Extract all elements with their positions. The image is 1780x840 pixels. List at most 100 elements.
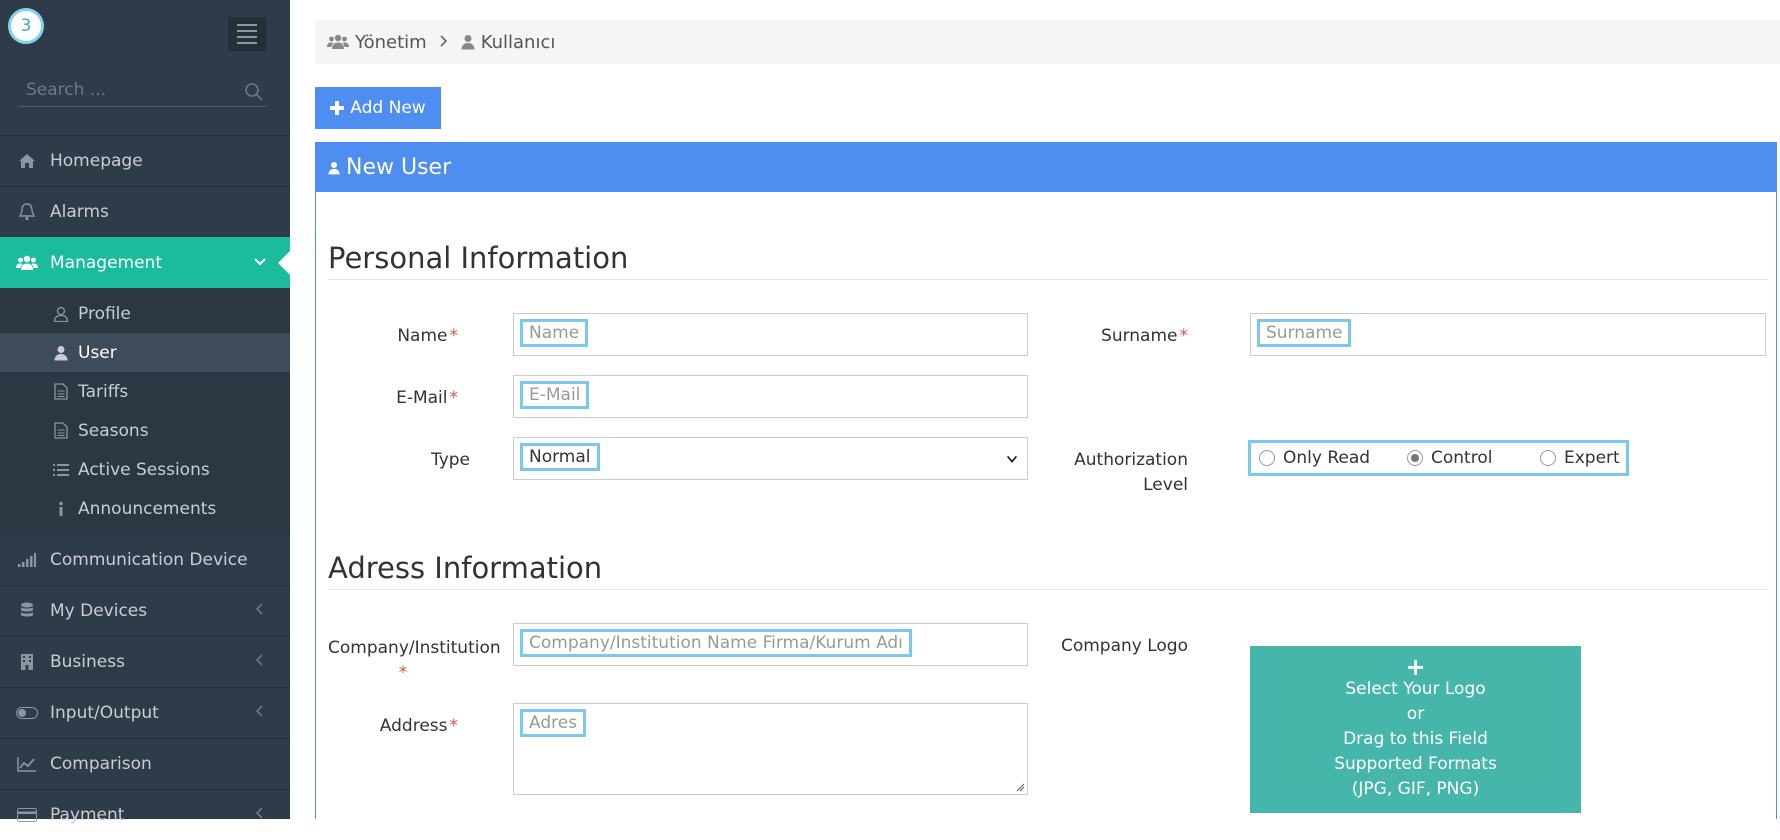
submenu-item-label: User	[78, 342, 117, 363]
panel-title: New User	[346, 155, 452, 180]
submenu-item-tariffs[interactable]: Tariffs	[0, 372, 290, 411]
sidebar-item-business[interactable]: Business	[0, 636, 290, 687]
submenu-item-label: Announcements	[78, 498, 217, 519]
sidebar-item-label: Input/Output	[50, 703, 159, 723]
payment-icon	[16, 804, 38, 826]
user-icon	[461, 34, 475, 50]
submenu-item-label: Active Sessions	[78, 459, 210, 480]
user-icon	[328, 161, 340, 174]
users-icon	[327, 34, 349, 50]
file-icon	[52, 422, 70, 440]
sidebar-item-label: Alarms	[50, 202, 109, 222]
logo-drop-text: (JPG, GIF, PNG)	[1351, 779, 1480, 799]
sidebar-search-input[interactable]	[18, 78, 244, 102]
sidebar-item-my-devices[interactable]: My Devices	[0, 585, 290, 636]
sidebar-item-comparison[interactable]: Comparison	[0, 738, 290, 789]
sidebar-item-label: Management	[50, 253, 162, 273]
sidebar-item-label: Comparison	[50, 754, 152, 774]
email-placeholder: E-Mail	[520, 381, 590, 409]
chevron-left-icon	[255, 654, 263, 666]
chevron-left-icon	[255, 603, 263, 615]
surname-placeholder: Surname	[1257, 319, 1352, 347]
radio-expert[interactable]: Expert	[1540, 448, 1620, 468]
chevron-down-icon	[254, 258, 266, 266]
sidebar-search	[18, 78, 266, 107]
email-field[interactable]: E-Mail	[513, 375, 1028, 418]
personal-info-heading: Personal Information	[328, 241, 1768, 280]
sidebar-item-management[interactable]: Management	[0, 237, 290, 288]
radio-button-checked-icon	[1407, 450, 1423, 466]
menu-toggle-icon[interactable]	[228, 17, 266, 51]
list-icon	[52, 461, 70, 479]
user-icon	[52, 344, 70, 362]
add-new-button[interactable]: Add New	[315, 87, 441, 129]
company-placeholder: Company/Institution Name Firma/Kurum Adı	[520, 629, 912, 657]
address-textarea[interactable]: Adres	[513, 703, 1028, 795]
bell-icon	[16, 201, 38, 223]
new-user-panel: New User Personal Information Name * Name…	[315, 142, 1777, 819]
logo-drop-text: Supported Formats	[1334, 754, 1497, 774]
address-info-heading: Adress Information	[328, 551, 1768, 590]
type-selected-value: Normal	[520, 443, 600, 471]
breadcrumb: Yönetim Kullanıcı	[315, 20, 1780, 64]
submenu-item-seasons[interactable]: Seasons	[0, 411, 290, 450]
submenu-item-label: Seasons	[78, 420, 149, 441]
name-label: Name *	[397, 326, 458, 346]
breadcrumb-item-management[interactable]: Yönetim	[355, 32, 427, 53]
name-field[interactable]: Name	[513, 313, 1028, 356]
radio-label: Only Read	[1283, 448, 1371, 468]
company-logo-label: Company Logo	[1060, 636, 1188, 656]
resize-handle-icon[interactable]	[1015, 782, 1025, 792]
chevron-left-icon	[255, 705, 263, 717]
submenu-item-user[interactable]: User	[0, 333, 290, 372]
user-outline-icon	[52, 305, 70, 323]
file-icon	[52, 383, 70, 401]
sidebar-item-input-output[interactable]: Input/Output	[0, 687, 290, 738]
address-label: Address *	[379, 716, 458, 736]
search-icon[interactable]	[244, 82, 264, 102]
users-icon	[16, 252, 38, 274]
submenu-item-announcements[interactable]: Announcements	[0, 489, 290, 528]
chevron-right-icon	[439, 32, 449, 53]
company-label: Company/Institution *	[328, 638, 501, 683]
radio-label: Expert	[1564, 448, 1620, 468]
sidebar-item-label: Business	[50, 652, 125, 672]
surname-field[interactable]: Surname	[1250, 313, 1766, 356]
company-field[interactable]: Company/Institution Name Firma/Kurum Adı	[513, 623, 1028, 666]
radio-button-icon	[1259, 450, 1275, 466]
plus-icon	[330, 101, 345, 115]
logo-drop-zone[interactable]: + Select Your Logo or Drag to this Field…	[1250, 646, 1581, 813]
radio-control[interactable]: Control	[1407, 448, 1540, 468]
sidebar-item-label: Communication Device	[50, 550, 248, 570]
sidebar-item-alarms[interactable]: Alarms	[0, 186, 290, 237]
signal-icon	[16, 549, 38, 571]
sidebar-item-homepage[interactable]: Homepage	[0, 135, 290, 186]
submenu-item-active-sessions[interactable]: Active Sessions	[0, 450, 290, 489]
authorization-level-radio-group: Only Read Control Expert	[1248, 440, 1629, 476]
name-placeholder: Name	[520, 319, 589, 347]
submenu-item-profile[interactable]: Profile	[0, 294, 290, 333]
authorization-level-label: Authorization Level	[1074, 450, 1188, 495]
logo-number: 3	[20, 16, 32, 36]
toggle-icon	[16, 702, 38, 724]
radio-button-icon	[1540, 450, 1556, 466]
logo-drop-text: Select Your Logo	[1345, 679, 1486, 699]
type-select[interactable]: Normal	[513, 437, 1028, 480]
sidebar-item-payment[interactable]: Payment	[0, 789, 290, 840]
sidebar: 3 Homepage Alarms Management Profile Use	[0, 0, 290, 825]
database-icon	[16, 600, 38, 622]
sidebar-nav: Homepage Alarms Management Profile User …	[0, 135, 290, 840]
panel-header: New User	[316, 143, 1776, 192]
breadcrumb-item-user: Kullanıcı	[480, 31, 556, 53]
radio-only-read[interactable]: Only Read	[1259, 448, 1407, 468]
management-submenu: Profile User Tariffs Seasons Active Sess…	[0, 288, 290, 534]
logo-drop-text: Drag to this Field	[1343, 729, 1488, 749]
radio-label: Control	[1431, 448, 1493, 468]
sidebar-item-communication-device[interactable]: Communication Device	[0, 534, 290, 585]
add-new-label: Add New	[350, 98, 426, 118]
info-icon	[52, 500, 70, 518]
logo-drop-text: or	[1406, 704, 1425, 724]
line-chart-icon	[16, 753, 38, 775]
app-logo[interactable]: 3	[8, 8, 44, 44]
sidebar-item-label: Payment	[50, 805, 125, 825]
